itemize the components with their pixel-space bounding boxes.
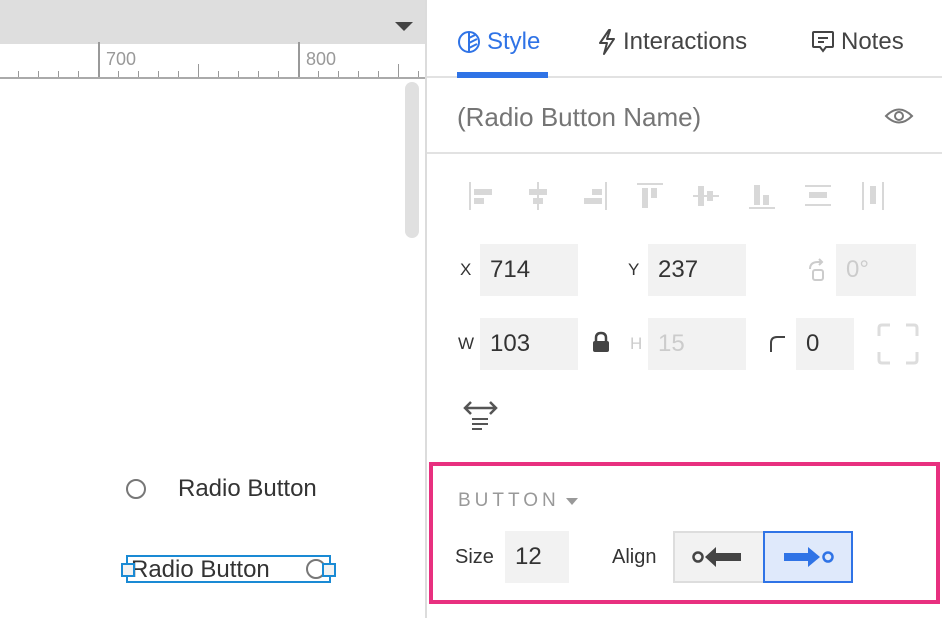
align-right-icon[interactable] [579, 180, 609, 212]
button-section-header[interactable]: BUTTON [458, 490, 578, 512]
ruler-tick [158, 71, 159, 77]
circle-arrow-left-icon [692, 547, 741, 567]
resize-handle-right[interactable] [322, 563, 336, 577]
note-bubble-icon [812, 31, 834, 53]
style-leaf-icon [458, 31, 480, 53]
corner-radius-field[interactable]: 0 [796, 318, 854, 370]
align-button-left[interactable] [673, 531, 763, 583]
ruler-tick [178, 71, 179, 77]
ruler-tick [138, 71, 139, 77]
selected-radio-button-widget[interactable]: Radio Button [121, 555, 336, 583]
ruler-tick [118, 71, 119, 77]
ruler-tick [358, 71, 359, 77]
y-label: Y [628, 260, 640, 279]
tab-notes[interactable]: Notes [811, 28, 904, 56]
resize-handle-left[interactable] [121, 563, 135, 577]
align-label: Align [612, 546, 657, 568]
distribute-vertical-icon[interactable] [803, 180, 833, 212]
caret-down-icon [565, 497, 578, 505]
button-style-section: BUTTON Size 12 Align [429, 462, 940, 604]
ruler-tick [258, 71, 259, 77]
radio-button-label: Radio Button [131, 556, 270, 583]
ruler-mid-tick [398, 64, 399, 77]
fit-width-icon[interactable] [463, 399, 499, 433]
tab-label: Interactions [623, 28, 748, 55]
ruler-tick [218, 71, 219, 77]
ruler-tick [18, 71, 19, 77]
align-button-right[interactable] [763, 531, 853, 583]
ruler-tick [318, 71, 319, 77]
align-middle-icon[interactable] [691, 180, 721, 212]
tab-label: Style [487, 28, 541, 55]
ruler-mid-tick [198, 64, 199, 77]
radio-button-widget[interactable]: Radio Button [126, 475, 317, 503]
w-field[interactable]: 103 [480, 318, 578, 370]
ruler-label: 800 [306, 49, 337, 69]
canvas-toolbar [0, 0, 425, 44]
ruler-tick [338, 71, 339, 77]
tab-style[interactable]: Style [457, 28, 540, 56]
section-title: BUTTON [458, 490, 560, 511]
x-label: X [460, 260, 472, 279]
ruler-tick [38, 71, 39, 77]
widget-name-input[interactable] [457, 102, 837, 133]
ruler-major-tick [98, 42, 100, 77]
tab-label: Notes [841, 28, 904, 55]
w-label: W [458, 334, 475, 353]
lightning-icon [599, 29, 615, 55]
radio-button-label: Radio Button [178, 475, 317, 502]
corner-expand-icon[interactable] [877, 323, 919, 365]
corner-radius-icon [770, 336, 785, 352]
horizontal-ruler: 700 800 [0, 42, 425, 79]
ruler-tick [378, 71, 379, 77]
name-row [427, 78, 942, 154]
rotation-field[interactable]: 0° [836, 244, 916, 296]
align-left-icon[interactable] [467, 180, 497, 212]
radio-circle-icon[interactable] [126, 479, 146, 499]
dropdown-arrow-icon[interactable] [395, 22, 413, 31]
h-field[interactable]: 15 [648, 318, 746, 370]
distribute-horizontal-icon[interactable] [859, 180, 889, 212]
eye-icon[interactable] [884, 106, 914, 126]
button-size-field[interactable]: 12 [505, 531, 569, 583]
ruler-tick [278, 71, 279, 77]
ruler-tick [58, 71, 59, 77]
ruler-tick [418, 71, 419, 77]
canvas-area[interactable]: 700 800 Radio Button Radio Button [0, 0, 425, 618]
inspector-tabs: Style Interactions Notes [427, 0, 942, 78]
tab-interactions[interactable]: Interactions [597, 28, 747, 56]
ruler-major-tick [298, 42, 300, 77]
x-field[interactable]: 714 [480, 244, 578, 296]
y-field[interactable]: 237 [648, 244, 746, 296]
ruler-tick [238, 71, 239, 77]
rotation-icon [809, 258, 824, 281]
size-label: Size [455, 546, 494, 568]
lock-icon[interactable] [592, 331, 610, 353]
align-top-icon[interactable] [635, 180, 665, 212]
arrow-right-circle-icon [784, 547, 834, 567]
align-center-icon[interactable] [523, 180, 553, 212]
inspector-panel: Style Interactions Notes (Radio Button N… [427, 0, 942, 618]
vertical-scrollbar[interactable] [405, 82, 419, 238]
ruler-label: 700 [106, 49, 137, 69]
ruler-tick [78, 71, 79, 77]
align-bottom-icon[interactable] [747, 180, 777, 212]
h-label: H [630, 334, 643, 353]
